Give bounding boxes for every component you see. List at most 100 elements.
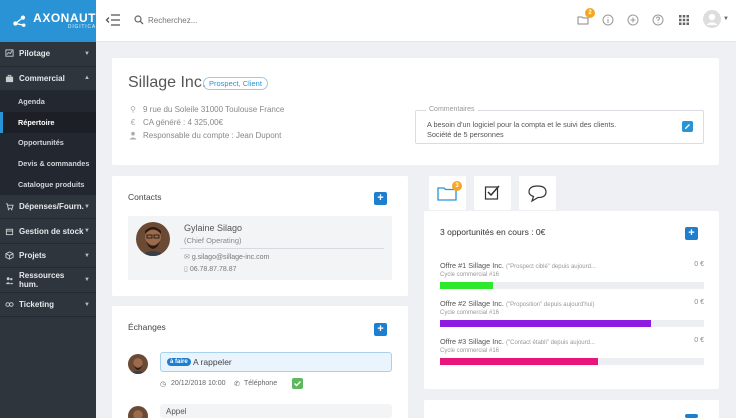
clock-icon: ◷ xyxy=(160,381,167,388)
contacts-card: Contacts + Gylaine Silago (Chief Operati… xyxy=(112,176,408,296)
comment-line: A besoin d'un logiciel pour la compta et… xyxy=(427,120,617,129)
menu-collapse-icon[interactable] xyxy=(105,14,121,26)
comments-label: Commentaires xyxy=(426,106,478,113)
opportunity-phase: ("Prospect ciblé" depuis aujourd... xyxy=(505,264,596,270)
phone-icon: ▯ xyxy=(184,266,188,273)
sidebar-subitem-opportunites[interactable]: Opportunités xyxy=(0,133,96,154)
sidebar-subitem-repertoire[interactable]: Répertoire xyxy=(0,111,96,133)
opportunity-item[interactable]: Offre #1 Sillage Inc. ("Prospect ciblé" … xyxy=(440,261,704,291)
opportunities-card: 3 opportunités en cours : 0€ + Offre #1 … xyxy=(424,211,719,389)
opportunity-amount: 0 € xyxy=(694,337,704,344)
sidebar-item-pilotage[interactable]: Pilotage ▼ xyxy=(0,42,96,67)
axonaut-logo-icon xyxy=(13,15,26,27)
contact-email-line: ✉ g.silago@sillage-inc.com xyxy=(184,253,269,261)
company-revenue: CA généré : 4 325,00€ xyxy=(143,118,224,127)
user-icon xyxy=(129,131,137,140)
opportunity-progress-fill xyxy=(440,282,493,289)
sidebar-item-label: Ressources hum. xyxy=(19,271,65,290)
sidebar: AXONAUT DIGITICA Pilotage ▼ Commercial ▲… xyxy=(0,0,96,418)
exchange-type: Téléphone xyxy=(244,380,278,387)
opportunity-item[interactable]: Offre #2 Sillage Inc. ("Proposition" dep… xyxy=(440,299,704,329)
opportunity-amount: 0 € xyxy=(694,261,704,268)
opportunity-item[interactable]: Offre #3 Sillage Inc. ("Contact établi" … xyxy=(440,337,704,367)
sidebar-item-label: Dépenses/Fourn. xyxy=(19,202,84,212)
exchange-item[interactable]: à faire A rappeler xyxy=(160,352,392,372)
add-circle-icon[interactable] xyxy=(627,14,639,26)
tab-tasks[interactable] xyxy=(474,176,511,210)
add-button[interactable] xyxy=(685,414,698,418)
caret-down-icon: ▼ xyxy=(84,50,90,57)
opportunity-title: Offre #1 Sillage Inc. xyxy=(440,261,504,270)
checkbox-icon xyxy=(484,185,500,200)
contact-email[interactable]: g.silago@sillage-inc.com xyxy=(192,254,270,261)
done-checkbox[interactable] xyxy=(292,378,303,389)
caret-down-icon: ▼ xyxy=(84,228,90,235)
tab-documents[interactable]: 3 xyxy=(429,176,466,210)
exchange-item[interactable]: Appel xyxy=(160,404,392,418)
sidebar-item-label: Gestion de stock xyxy=(19,226,84,236)
opportunities-header: 3 opportunités en cours : 0€ xyxy=(440,227,546,237)
comments-text: A besoin d'un logiciel pour la compta et… xyxy=(427,120,616,140)
mail-icon: ✉ xyxy=(184,254,190,261)
sidebar-item-depenses[interactable]: Dépenses/Fourn. ▼ xyxy=(0,195,96,220)
people-icon xyxy=(5,276,14,284)
opportunity-amount: 0 € xyxy=(694,299,704,306)
edit-pencil-icon[interactable] xyxy=(682,121,693,132)
brand-name: AXONAUT xyxy=(33,11,96,25)
add-opportunity-button[interactable]: + xyxy=(685,227,698,240)
caret-down-icon[interactable]: ▼ xyxy=(723,16,729,22)
company-address-line: ⚲ 9 rue du Soleile 31000 Toulouse France xyxy=(128,105,284,114)
contact-item[interactable]: Gylaine Silago (Chief Operating) ✉ g.sil… xyxy=(128,216,392,280)
sidebar-item-commercial[interactable]: Commercial ▲ xyxy=(0,66,96,91)
ticket-icon xyxy=(5,302,14,307)
cube-icon xyxy=(5,251,14,260)
sidebar-item-projets[interactable]: Projets ▼ xyxy=(0,244,96,269)
company-name: Sillage Inc. xyxy=(128,74,207,91)
sidebar-item-rh[interactable]: Ressources hum. ▼ xyxy=(0,268,96,293)
commercial-submenu: Agenda Répertoire Opportunités Devis & c… xyxy=(0,91,96,195)
opportunity-title: Offre #2 Sillage Inc. xyxy=(440,299,504,308)
notification-badge: 2 xyxy=(585,8,595,18)
exchanges-card: Échanges + à faire A rappeler ◷ 20/12/20… xyxy=(112,306,408,418)
sidebar-item-label: Projets xyxy=(19,251,47,261)
sidebar-item-label: Pilotage xyxy=(19,49,51,59)
exchanges-title: Échanges xyxy=(128,322,166,332)
caret-down-icon: ▼ xyxy=(84,252,90,259)
sidebar-subitem-agenda[interactable]: Agenda xyxy=(0,91,96,112)
opportunity-progress-fill xyxy=(440,358,599,365)
opportunity-title-line: Offre #1 Sillage Inc. ("Prospect ciblé" … xyxy=(440,261,596,270)
tab-badge: 3 xyxy=(452,181,462,191)
brand-header[interactable]: AXONAUT DIGITICA xyxy=(0,0,96,42)
contact-phone[interactable]: 06.78.87.78.87 xyxy=(190,266,237,273)
search-icon xyxy=(134,15,144,25)
tab-messages[interactable] xyxy=(519,176,556,210)
company-type-tag: Prospect, Client xyxy=(203,77,268,90)
add-exchange-button[interactable]: + xyxy=(374,323,387,336)
add-contact-button[interactable]: + xyxy=(374,192,387,205)
sidebar-subitem-devis[interactable]: Devis & commandes xyxy=(0,153,96,174)
sidebar-item-label: Ticketing xyxy=(19,300,54,310)
info-icon[interactable] xyxy=(602,14,614,26)
help-icon[interactable] xyxy=(652,14,664,26)
contact-name: Gylaine Silago xyxy=(184,223,243,233)
company-manager-line: Responsable du compte : Jean Dupont xyxy=(128,131,281,140)
search-input[interactable] xyxy=(148,13,348,27)
opportunity-progress-bar xyxy=(440,358,704,365)
caret-down-icon: ▼ xyxy=(84,301,90,308)
apps-grid-icon[interactable] xyxy=(678,14,690,26)
cart-icon xyxy=(5,203,14,211)
sidebar-item-stock[interactable]: Gestion de stock ▼ xyxy=(0,219,96,244)
sidebar-item-ticketing[interactable]: Ticketing ▼ xyxy=(0,293,96,318)
opportunity-progress-fill xyxy=(440,320,652,327)
opportunity-cycle: Cycle commercial #16 xyxy=(440,310,500,316)
sidebar-item-label: Commercial xyxy=(19,73,65,83)
user-avatar-icon[interactable] xyxy=(703,10,721,28)
exchange-date: 20/12/2018 10:00 xyxy=(171,380,226,387)
next-card xyxy=(424,400,719,418)
contact-role: (Chief Operating) xyxy=(184,236,242,245)
todo-tag: à faire xyxy=(167,358,191,366)
opportunity-phase: ("Proposition" depuis aujourd'hui) xyxy=(505,302,595,308)
sidebar-subitem-catalogue[interactable]: Catalogue produits xyxy=(0,174,96,195)
opportunity-progress-bar xyxy=(440,282,704,289)
company-card: Sillage Inc. Prospect, Client ⚲ 9 rue du… xyxy=(112,58,719,165)
